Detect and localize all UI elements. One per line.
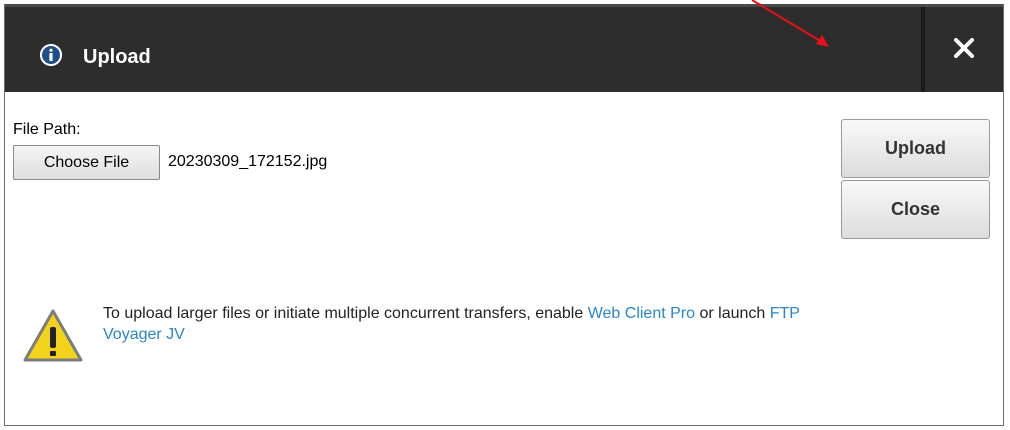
upload-notice: To upload larger files or initiate multi… bbox=[103, 303, 843, 345]
upload-button[interactable]: Upload bbox=[841, 119, 990, 178]
notice-text-middle: or launch bbox=[695, 305, 770, 322]
dialog-titlebar: Upload bbox=[5, 4, 1003, 92]
notice-text: To upload larger files or initiate multi… bbox=[103, 305, 588, 322]
choose-file-button[interactable]: Choose File bbox=[13, 145, 160, 180]
warning-icon bbox=[22, 308, 84, 364]
file-path-label: File Path: bbox=[13, 121, 81, 138]
dialog-close-button[interactable] bbox=[925, 7, 1003, 92]
dialog-title: Upload bbox=[83, 46, 151, 68]
web-client-pro-link[interactable]: Web Client Pro bbox=[588, 305, 695, 322]
close-button[interactable]: Close bbox=[841, 180, 990, 239]
info-icon bbox=[40, 44, 62, 66]
upload-dialog: Upload File Path: Choose File 20230309_1… bbox=[4, 4, 1004, 426]
selected-file-name: 20230309_172152.jpg bbox=[168, 153, 328, 170]
